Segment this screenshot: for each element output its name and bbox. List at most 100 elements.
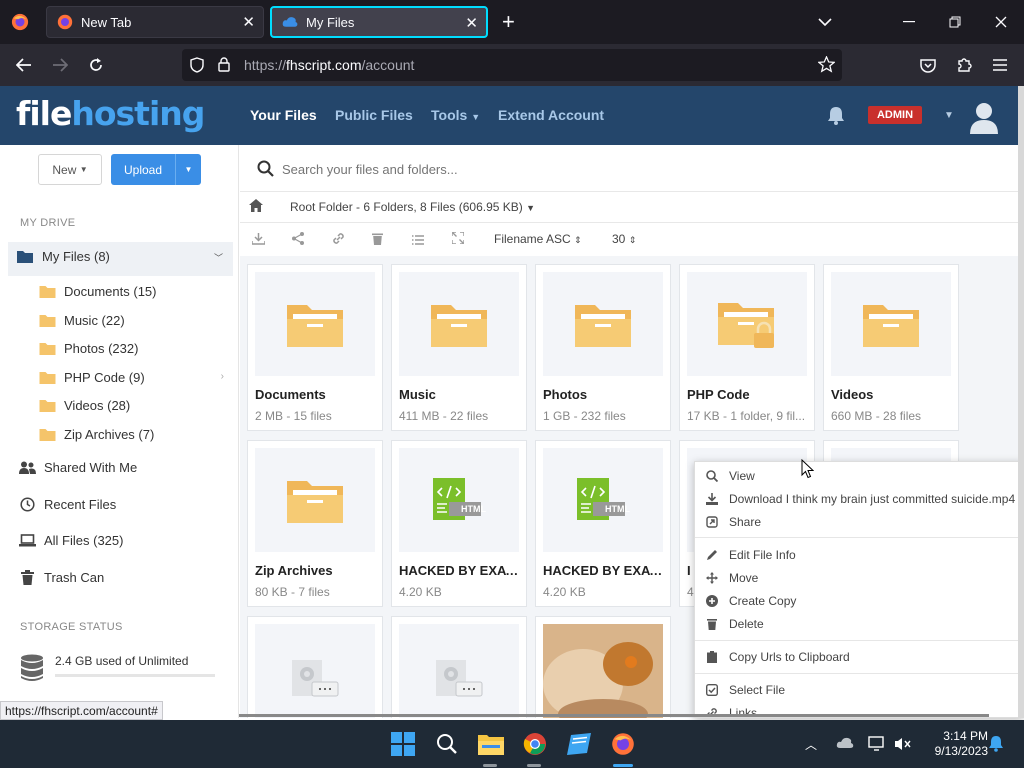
search-icon	[257, 160, 274, 180]
forward-arrow-icon[interactable]	[42, 44, 78, 86]
upload-button[interactable]: Upload ▼	[111, 154, 201, 185]
sidebar-item-videos[interactable]: Videos (28)	[38, 398, 228, 413]
close-tab-icon[interactable]: ✕	[242, 13, 255, 31]
card-name: PHP Code	[687, 387, 750, 402]
url-text: https://fhscript.com/account	[244, 57, 414, 73]
search-input[interactable]	[282, 159, 782, 179]
restore-icon[interactable]	[932, 0, 978, 44]
filehosting-logo[interactable]: filehosting	[16, 94, 205, 133]
new-button[interactable]: New ▼	[38, 154, 102, 185]
fullscreen-icon[interactable]	[451, 231, 465, 247]
search-icon[interactable]	[431, 728, 463, 760]
menu-item-download[interactable]: Download I think my brain just committed…	[695, 488, 1023, 510]
onedrive-cloud-icon[interactable]	[836, 736, 854, 753]
admin-badge[interactable]: ADMIN	[868, 106, 922, 124]
file-card-image[interactable]	[535, 616, 671, 718]
reload-icon[interactable]	[78, 44, 114, 86]
file-card-html-1[interactable]: HTML HACKED BY EXAY... 4.20 KB	[391, 440, 527, 607]
nav-your-files[interactable]: Your Files	[250, 107, 317, 123]
file-explorer-icon[interactable]	[475, 728, 507, 760]
nav-tools[interactable]: Tools ▼	[431, 107, 480, 123]
new-tab-plus-icon[interactable]: +	[502, 9, 515, 35]
nav-extend-account[interactable]: Extend Account	[498, 107, 604, 123]
menu-item-select-file[interactable]: Select File	[695, 679, 1023, 701]
menu-item-edit-file-info[interactable]: Edit File Info	[695, 544, 1023, 566]
menu-item-create-copy[interactable]: Create Copy	[695, 590, 1023, 612]
pocket-icon[interactable]	[910, 44, 946, 86]
extensions-icon[interactable]	[946, 44, 982, 86]
folder-thumb	[255, 448, 375, 552]
avatar[interactable]	[968, 100, 1000, 137]
chevron-down-icon[interactable]: ﹀	[214, 251, 223, 264]
folder-card-php-code[interactable]: PHP Code 17 KB - 1 folder, 9 fil...	[679, 264, 815, 431]
home-icon[interactable]	[249, 199, 263, 215]
back-arrow-icon[interactable]	[6, 44, 42, 86]
sidebar-item-photos[interactable]: Photos (232)	[38, 341, 228, 356]
volume-muted-icon[interactable]	[894, 736, 912, 755]
sidebar-item-php-code[interactable]: PHP Code (9) ›	[38, 370, 228, 385]
upload-dropdown-caret-icon[interactable]: ▼	[175, 154, 201, 185]
share-icon[interactable]	[292, 232, 304, 248]
menu-item-delete[interactable]: Delete	[695, 613, 1023, 635]
folder-card-zip-archives[interactable]: Zip Archives 80 KB - 7 files	[247, 440, 383, 607]
taskbar-clock[interactable]: 3:14 PM 9/13/2023	[918, 729, 988, 759]
windows-start-icon[interactable]	[387, 728, 419, 760]
list-tabs-chevron-icon[interactable]	[802, 0, 848, 44]
chrome-icon[interactable]	[519, 728, 551, 760]
card-meta: 4.20 KB	[543, 585, 586, 599]
per-page-dropdown[interactable]: 30 ⇕	[612, 232, 636, 246]
tab-new-tab[interactable]: New Tab ✕	[46, 6, 264, 38]
menu-item-share[interactable]: Share	[695, 511, 1023, 533]
admin-caret-down-icon[interactable]: ▼	[944, 110, 954, 121]
shield-icon[interactable]	[190, 57, 204, 76]
close-window-icon[interactable]	[978, 0, 1024, 44]
file-card-generic-1[interactable]	[247, 616, 383, 718]
folder-card-documents[interactable]: Documents 2 MB - 15 files	[247, 264, 383, 431]
chevron-up-icon[interactable]: ︿	[805, 736, 817, 753]
sidebar-item-zip-archives[interactable]: Zip Archives (7)	[38, 427, 228, 442]
nav-public-files[interactable]: Public Files	[335, 107, 413, 123]
menu-item-copy-urls[interactable]: Copy Urls to Clipboard	[695, 646, 1023, 668]
download-icon[interactable]	[251, 233, 266, 248]
bell-icon[interactable]	[827, 106, 845, 128]
menu-item-move[interactable]: Move	[695, 567, 1023, 589]
menu-item-label: Delete	[729, 617, 764, 631]
sidebar-item-recent[interactable]: Recent Files	[18, 497, 233, 512]
folder-card-photos[interactable]: Photos 1 GB - 232 files	[535, 264, 671, 431]
sidebar-item-documents[interactable]: Documents (15)	[38, 284, 228, 299]
notification-bell-icon[interactable]	[988, 735, 1004, 755]
close-tab-icon[interactable]: ✕	[465, 14, 478, 32]
users-icon	[18, 461, 36, 474]
grid-horizontal-scrollbar[interactable]	[239, 714, 989, 717]
firefox-icon[interactable]	[607, 728, 639, 760]
link-icon[interactable]	[332, 232, 345, 248]
caret-down-icon: ▼	[79, 165, 88, 174]
folder-card-music[interactable]: Music 411 MB - 22 files	[391, 264, 527, 431]
url-prefix: https://	[244, 57, 287, 73]
chevron-right-icon[interactable]: ›	[221, 371, 224, 382]
menu-item-view[interactable]: View	[695, 465, 1023, 487]
sidebar-item-my-files[interactable]: My Files (8) ﹀	[16, 249, 233, 264]
sidebar-item-trash[interactable]: Trash Can	[18, 570, 233, 585]
list-view-icon[interactable]	[412, 233, 424, 248]
trash-icon[interactable]	[372, 232, 383, 248]
folder-card-videos[interactable]: Videos 660 MB - 28 files	[823, 264, 959, 431]
firefox-icon[interactable]	[0, 13, 40, 31]
url-bar[interactable]: https://fhscript.com/account	[182, 49, 842, 81]
network-monitor-icon[interactable]	[868, 736, 886, 755]
lock-icon[interactable]	[218, 57, 230, 75]
sidebar-item-shared[interactable]: Shared With Me	[18, 460, 233, 475]
hamburger-menu-icon[interactable]	[982, 44, 1018, 86]
sort-dropdown[interactable]: Filename ASC ⇕	[494, 232, 582, 246]
page-vertical-scrollbar[interactable]	[1018, 86, 1024, 718]
tab-my-files[interactable]: My Files ✕	[270, 6, 488, 38]
breadcrumb-root-folder[interactable]: Root Folder - 6 Folders, 8 Files (606.95…	[290, 200, 535, 214]
file-card-html-2[interactable]: HTML HACKED BY EXAY... 4.20 KB	[535, 440, 671, 607]
minimize-icon[interactable]	[886, 0, 932, 44]
app-window-icon[interactable]	[563, 728, 595, 760]
file-card-generic-2[interactable]	[391, 616, 527, 718]
file-thumb: HTML	[543, 448, 663, 552]
sidebar-item-music[interactable]: Music (22)	[38, 313, 228, 328]
sidebar-item-all-files[interactable]: All Files (325)	[18, 533, 233, 548]
bookmark-star-icon[interactable]	[817, 55, 836, 76]
